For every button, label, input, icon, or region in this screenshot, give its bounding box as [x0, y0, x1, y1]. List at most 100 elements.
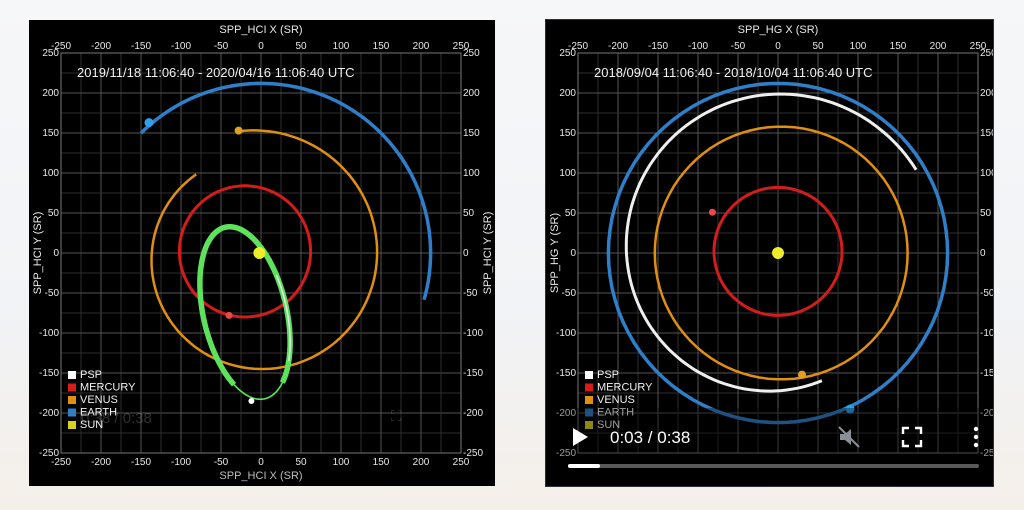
y-tick-label-right: 100 — [980, 168, 993, 179]
y-tick-label-left: 150 — [559, 128, 576, 139]
legend-swatch — [68, 421, 76, 429]
x-tick-label-bottom: 150 — [373, 457, 390, 468]
play-button[interactable] — [570, 426, 590, 448]
ghost-time-text: 0:38 / 0:38 — [81, 410, 152, 427]
y-tick-label-right: 0 — [980, 248, 986, 259]
y-tick-label-left: -50 — [45, 288, 60, 299]
x-tick-label-top: 0 — [775, 41, 781, 52]
x-tick-label-top: -150 — [648, 41, 668, 52]
volume-muted-icon — [838, 426, 860, 448]
video-player[interactable]: -250-250-250-200-200-200-150-150-150-100… — [545, 19, 1011, 487]
x-axis-title-top: SPP_HG X (SR) — [738, 24, 819, 36]
y-tick-label-left: 150 — [42, 128, 59, 139]
y-tick-label-left: -50 — [562, 288, 577, 299]
psp-marker — [248, 398, 255, 404]
legend-label: MERCURY — [597, 382, 653, 394]
fullscreen-icon — [901, 426, 923, 448]
y-tick-label-left: 100 — [42, 168, 59, 179]
mercury-marker — [708, 208, 716, 216]
y-tick-label-right: 50 — [463, 208, 475, 219]
y-tick-label-right: 100 — [463, 168, 480, 179]
y-tick-label-left: -250 — [39, 448, 59, 459]
y-tick-label-right: 250 — [980, 48, 993, 59]
x-tick-label-bottom: 100 — [333, 457, 350, 468]
legend-swatch — [585, 396, 593, 404]
date-range-label: 2018/09/04 11:06:40 - 2018/10/04 11:06:4… — [594, 65, 873, 80]
earth-orbit — [139, 81, 433, 301]
sun-marker — [772, 247, 784, 259]
venus-marker — [798, 370, 806, 379]
x-tick-label-bottom: 250 — [453, 457, 470, 468]
legend-swatch — [68, 371, 76, 379]
x-tick-label-top: -200 — [608, 41, 628, 52]
legend-label: MERCURY — [80, 382, 136, 394]
x-tick-label-bottom: -100 — [171, 457, 191, 468]
y-axis-title-left: SPP_HG Y (SR) — [549, 213, 561, 293]
sun-marker — [253, 247, 266, 259]
psp-orbit — [624, 92, 918, 393]
y-axis-title-left: SPP_HCI Y (SR) — [32, 212, 44, 295]
y-tick-label-right: 200 — [463, 88, 480, 99]
x-tick-label-top: 150 — [373, 41, 390, 52]
x-tick-label-top: 50 — [295, 41, 307, 52]
x-tick-label-bottom: -150 — [131, 457, 151, 468]
fullscreen-button[interactable] — [900, 425, 924, 449]
x-axis-title-top: SPP_HCI X (SR) — [219, 24, 302, 36]
legend-swatch — [68, 383, 76, 392]
venus-marker — [234, 126, 243, 135]
video-progress-fill — [568, 464, 601, 468]
y-tick-label-left: 100 — [559, 168, 576, 179]
x-tick-label-top: 0 — [258, 41, 264, 52]
x-tick-label-top: 200 — [930, 41, 947, 52]
y-tick-label-right: -50 — [980, 288, 993, 299]
y-tick-label-left: 250 — [42, 48, 59, 59]
y-tick-label-left: -200 — [39, 408, 59, 419]
y-tick-label-left: -100 — [39, 328, 59, 339]
x-tick-label-bottom: 200 — [413, 457, 430, 468]
y-tick-label-right: 50 — [980, 208, 992, 219]
y-tick-label-left: -150 — [556, 368, 576, 379]
x-tick-label-top: -50 — [731, 41, 746, 52]
y-tick-label-left: 50 — [565, 208, 577, 219]
y-tick-label-left: 50 — [48, 208, 60, 219]
psp-orbit-thick — [197, 224, 293, 387]
y-tick-label-right: 250 — [463, 48, 480, 59]
left-plot-panel: -250 -250 -250 -250 -200 -200 -200 -200 -150 -150… — [29, 20, 495, 486]
y-tick-label-right: -50 — [463, 288, 478, 299]
y-tick-label-left: -150 — [39, 368, 59, 379]
y-tick-label-right: -100 — [463, 328, 483, 339]
x-tick-label-bottom: 0 — [258, 457, 264, 468]
y-tick-label-right: 200 — [980, 88, 993, 99]
y-tick-label-right: -150 — [463, 368, 483, 379]
y-tick-label-right: 150 — [980, 128, 993, 139]
mercury-marker — [225, 311, 233, 319]
more-options-button[interactable] — [966, 424, 986, 450]
mute-button[interactable] — [836, 424, 862, 450]
y-tick-label-left: 0 — [53, 248, 59, 259]
y-tick-label-left: 0 — [570, 248, 576, 259]
x-tick-label-top: -100 — [688, 41, 708, 52]
x-axis-title-bottom: SPP_HCI X (SR) — [219, 470, 302, 482]
legend-label: PSP — [80, 369, 102, 381]
x-tick-label-top: 200 — [413, 41, 430, 52]
x-tick-label-top: -100 — [171, 41, 191, 52]
more-options-icon — [973, 426, 979, 448]
y-tick-label-right: 150 — [463, 128, 480, 139]
legend-swatch — [585, 383, 593, 392]
date-range-label: 2019/11/18 11:06:40 - 2020/04/16 11:06:4… — [77, 65, 355, 80]
x-tick-label-bottom: -200 — [91, 457, 111, 468]
x-tick-label-top: 100 — [850, 41, 867, 52]
y-tick-label-left: 200 — [559, 88, 576, 99]
x-tick-label-bottom: -50 — [214, 457, 229, 468]
y-tick-label-right: -200 — [463, 408, 483, 419]
video-progress-bar[interactable] — [568, 464, 979, 468]
legend-swatch — [68, 396, 76, 404]
x-tick-label-top: -150 — [131, 41, 151, 52]
y-tick-label-left: 250 — [559, 48, 576, 59]
y-axis-title-right: SPP_HCI Y (SR) — [482, 212, 494, 295]
legend-label: VENUS — [597, 394, 635, 406]
video-time-display: 0:03 / 0:38 — [610, 428, 691, 447]
play-icon — [573, 428, 588, 446]
legend-label: VENUS — [80, 394, 118, 406]
y-tick-label-right: 0 — [463, 248, 469, 259]
